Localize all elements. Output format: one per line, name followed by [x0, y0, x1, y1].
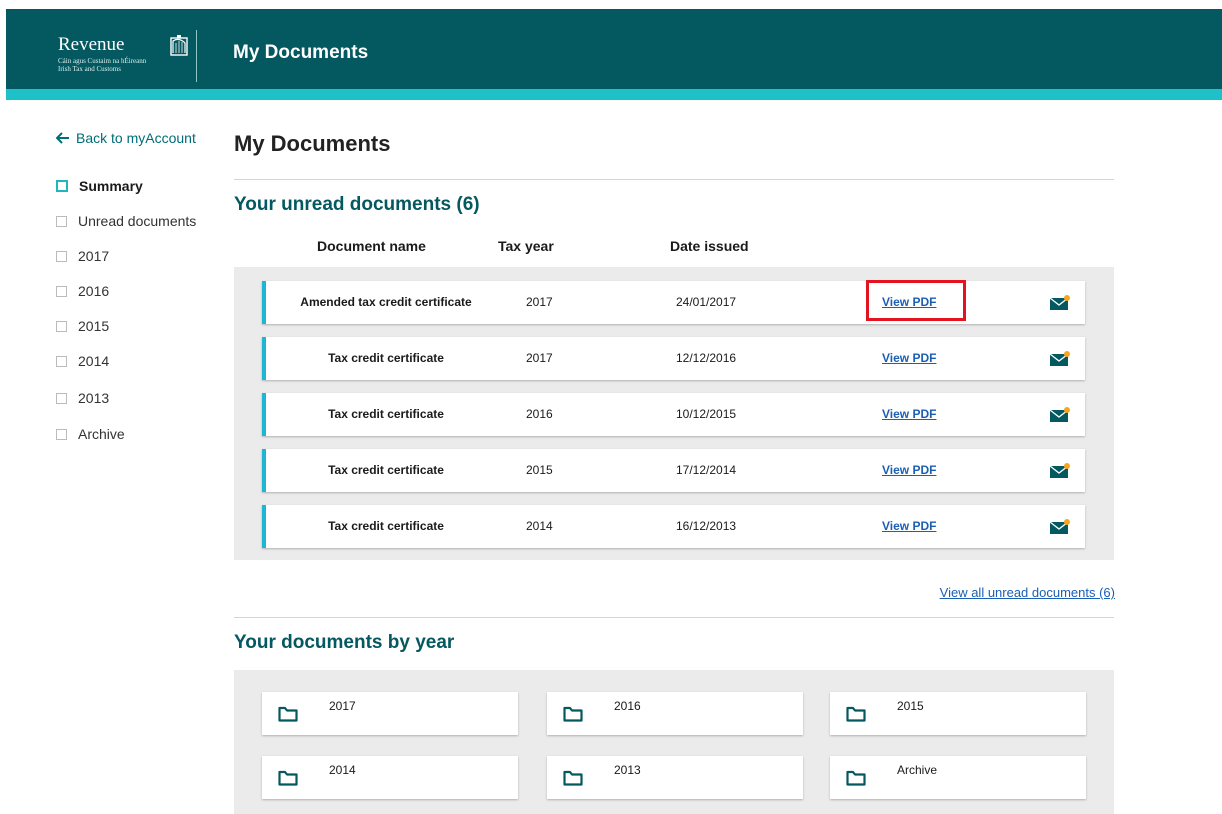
sidebar-item-label: Unread documents [78, 213, 197, 229]
column-header-date-issued: Date issued [670, 238, 749, 254]
folder-card-2014[interactable]: 2014 [262, 756, 518, 799]
folder-label: 2015 [897, 699, 924, 713]
date-issued: 24/01/2017 [676, 295, 737, 309]
view-pdf-link[interactable]: View PDF [882, 463, 936, 477]
document-name: Amended tax credit certificate [300, 295, 472, 309]
sidebar-item-2017[interactable]: 2017 [56, 248, 109, 264]
divider [234, 179, 1114, 180]
folder-icon [278, 770, 298, 786]
header-title: My Documents [233, 42, 369, 63]
folder-icon [846, 706, 866, 722]
mail-icon[interactable] [1049, 407, 1071, 423]
view-pdf-link[interactable]: View PDF [882, 351, 936, 365]
folder-label: 2013 [614, 763, 641, 777]
sidebar-item-2013[interactable]: 2013 [56, 390, 109, 406]
sidebar-item-archive[interactable]: Archive [56, 426, 125, 442]
back-to-myaccount-link[interactable]: Back to myAccount [56, 130, 196, 146]
highlight-box [866, 280, 966, 321]
checkbox-icon [56, 320, 67, 332]
table-row: Tax credit certificate 2015 17/12/2014 V… [262, 449, 1085, 492]
view-all-unread-link[interactable]: View all unread documents (6) [920, 585, 1115, 600]
document-name: Tax credit certificate [328, 351, 444, 365]
checkbox-icon [56, 428, 67, 440]
sidebar-item-2016[interactable]: 2016 [56, 283, 109, 299]
sidebar-item-unread[interactable]: Unread documents [56, 213, 196, 229]
document-name: Tax credit certificate [328, 463, 444, 477]
sidebar-item-label: 2015 [78, 318, 110, 334]
tax-year: 2017 [526, 351, 553, 365]
logo-name: Revenue [58, 34, 125, 55]
mail-icon[interactable] [1049, 295, 1071, 311]
table-row: Tax credit certificate 2016 10/12/2015 V… [262, 393, 1085, 436]
folder-label: Archive [897, 763, 938, 777]
logo-subtitle-irish: Cáin agus Custaim na hÉireann [58, 57, 147, 65]
sidebar-item-label: 2016 [78, 283, 110, 299]
logo-subtitle-english: Irish Tax and Customs [58, 65, 121, 73]
tax-year: 2017 [526, 295, 553, 309]
checkbox-icon [56, 355, 67, 367]
sidebar-item-label: 2017 [78, 248, 110, 264]
folder-icon [563, 706, 583, 722]
view-pdf-link[interactable]: View PDF [882, 407, 936, 421]
sidebar-item-2014[interactable]: 2014 [56, 353, 109, 369]
mail-icon[interactable] [1049, 519, 1071, 535]
folder-label: 2017 [329, 699, 356, 713]
header-divider [196, 30, 197, 82]
mail-icon[interactable] [1049, 463, 1071, 479]
view-pdf-link[interactable]: View PDF [882, 519, 936, 533]
date-issued: 12/12/2016 [676, 351, 737, 365]
mail-icon[interactable] [1049, 351, 1071, 367]
folder-card-2017[interactable]: 2017 [262, 692, 518, 735]
document-name: Tax credit certificate [328, 407, 444, 421]
unread-documents-panel: Amended tax credit certificate 2017 24/0… [234, 267, 1114, 560]
harp-icon [170, 35, 188, 56]
column-header-tax-year: Tax year [498, 238, 554, 254]
column-header-document-name: Document name [317, 238, 426, 254]
documents-by-year-panel: 2017 2016 2015 2014 2013 Archive [234, 670, 1114, 814]
checkbox-icon [56, 180, 68, 192]
site-header: Revenue Cáin agus Custaim na hÉireann Ir… [6, 9, 1222, 89]
header-stripe [6, 89, 1222, 100]
tax-year: 2016 [526, 407, 553, 421]
folder-icon [563, 770, 583, 786]
tax-year: 2015 [526, 463, 553, 477]
folder-icon [278, 706, 298, 722]
document-name: Tax credit certificate [328, 519, 444, 533]
unread-section-title: Your unread documents (6) [234, 194, 480, 215]
back-label: Back to myAccount [76, 130, 196, 146]
by-year-section-title: Your documents by year [234, 632, 455, 653]
sidebar-item-2015[interactable]: 2015 [56, 318, 109, 334]
sidebar-item-label: 2013 [78, 390, 110, 406]
tax-year: 2014 [526, 519, 553, 533]
folder-card-2013[interactable]: 2013 [547, 756, 803, 799]
date-issued: 10/12/2015 [676, 407, 737, 421]
folder-label: 2016 [614, 699, 641, 713]
folder-label: 2014 [329, 763, 356, 777]
divider [234, 617, 1114, 618]
folder-card-archive[interactable]: Archive [830, 756, 1086, 799]
folder-card-2015[interactable]: 2015 [830, 692, 1086, 735]
sidebar-item-summary[interactable]: Summary [56, 178, 143, 194]
revenue-logo[interactable]: Revenue Cáin agus Custaim na hÉireann Ir… [58, 34, 188, 73]
table-row: Tax credit certificate 2017 12/12/2016 V… [262, 337, 1085, 380]
checkbox-icon [56, 392, 67, 404]
date-issued: 17/12/2014 [676, 463, 737, 477]
arrow-left-icon [56, 132, 69, 144]
sidebar-item-label: Archive [78, 426, 125, 442]
sidebar-item-label: 2014 [78, 353, 110, 369]
folder-card-2016[interactable]: 2016 [547, 692, 803, 735]
checkbox-icon [56, 285, 67, 297]
folder-icon [846, 770, 866, 786]
table-row: Tax credit certificate 2014 16/12/2013 V… [262, 505, 1085, 548]
checkbox-icon [56, 215, 67, 227]
page-title: My Documents [234, 131, 391, 156]
checkbox-icon [56, 250, 67, 262]
sidebar-item-label: Summary [79, 178, 143, 194]
date-issued: 16/12/2013 [676, 519, 737, 533]
